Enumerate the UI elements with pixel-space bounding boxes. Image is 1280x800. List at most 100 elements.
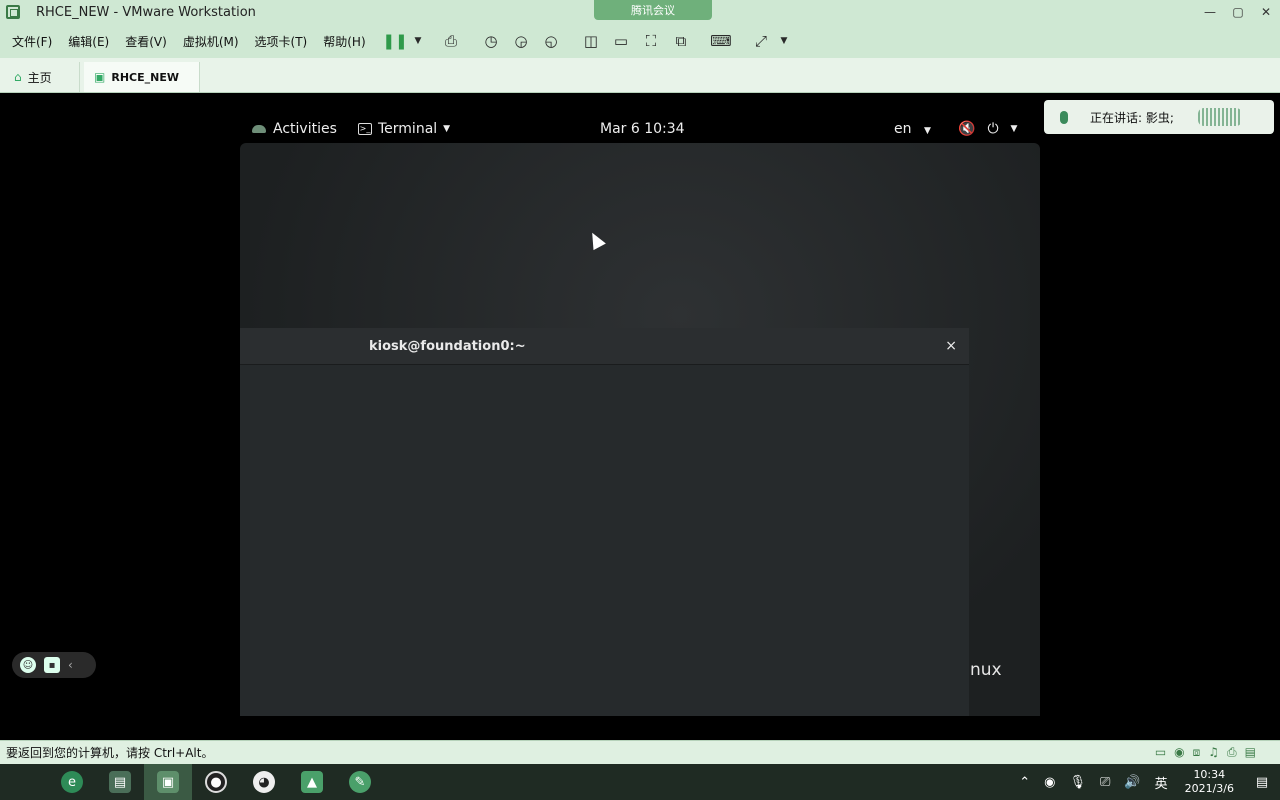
sound-icon[interactable]: ♫ [1208, 745, 1219, 760]
record-icon: ● [205, 771, 227, 793]
revert-snapshot-icon[interactable]: ◶ [506, 27, 536, 55]
menu-file[interactable]: 文件(F) [12, 33, 52, 50]
vm-tab-bar: ⌂ 主页 ▣ RHCE_NEW [0, 58, 1280, 93]
fullscreen-icon[interactable]: ⛶ [636, 27, 666, 55]
unity-icon[interactable]: ⧉ [666, 27, 696, 55]
language-menu[interactable]: en ▼ [894, 121, 931, 137]
tray-record-icon[interactable]: ◉ [1044, 775, 1055, 790]
chevron-down-icon: ▼ [443, 124, 451, 134]
audio-wave-icon [1197, 108, 1242, 126]
cd-icon[interactable]: ◉ [1174, 745, 1184, 760]
menu-view[interactable]: 查看(V) [125, 33, 167, 50]
pen-icon: ✎ [349, 771, 371, 793]
edge-icon: e [61, 771, 83, 793]
vmware-app-icon [6, 5, 20, 19]
speaking-indicator: 正在讲话: 影虫; [1044, 100, 1274, 134]
tray-network-icon[interactable]: ⎚ [1100, 775, 1110, 790]
terminal-header[interactable]: kiosk@foundation0:~ × [240, 328, 969, 365]
system-tray: ⌃ ◉ 🎙 ⎚ 🔊 英 10:34 2021/3/6 ▤ [1012, 764, 1280, 800]
send-ctrl-alt-del-icon[interactable]: ⎙ [436, 27, 466, 55]
device-icons: ▭ ◉ ⧈ ♫ ⎙ ▤ [1155, 745, 1256, 760]
app-menu-button[interactable]: >_ Terminal ▼ [358, 121, 450, 137]
vmware-title-bar: RHCE_NEW - VMware Workstation 腾讯会议 — ▢ ✕ [0, 0, 1280, 24]
status-message: 要返回到您的计算机，请按 Ctrl+Alt。 [6, 746, 214, 760]
tab-home[interactable]: ⌂ 主页 [4, 62, 80, 92]
system-menu[interactable]: 🔇 ⏻ ▼ [958, 121, 1017, 137]
penguin-icon: ◕ [253, 771, 275, 793]
pause-icon[interactable]: ❚❚ [380, 27, 410, 55]
power-icon: ⏻ [987, 121, 999, 137]
activities-button[interactable]: Activities [252, 121, 337, 137]
terminal-close-button[interactable]: × [945, 338, 957, 354]
start-button[interactable] [0, 764, 48, 800]
taskbar-clock[interactable]: 10:34 2021/3/6 [1185, 768, 1234, 796]
menu-tabs[interactable]: 选项卡(T) [255, 33, 308, 50]
toolbar: ❚❚ ▼ ⎙ ◷ ◶ ◵ ◫ ▭ ⛶ ⧉ ⌨ ⤢ ▼ [380, 24, 792, 58]
close-button[interactable]: ✕ [1252, 0, 1280, 24]
desktop-brand-text: nux [970, 660, 1002, 680]
taskbar-vmware[interactable]: ▣ [144, 764, 192, 800]
taskbar-edge[interactable]: e [48, 764, 96, 800]
taskbar-app-2[interactable]: ▤ [96, 764, 144, 800]
console-icon[interactable]: ⌨ [706, 27, 736, 55]
printer-icon[interactable]: ⎙ [1227, 745, 1237, 760]
ime-indicator[interactable]: 英 [1155, 773, 1168, 792]
library-view-icon[interactable]: ◫ [576, 27, 606, 55]
hard-disk-icon[interactable]: ▭ [1155, 745, 1166, 760]
terminal-body[interactable] [240, 365, 969, 716]
taskbar-meeting[interactable]: ▲ [288, 764, 336, 800]
pause-dropdown-icon[interactable]: ▼ [410, 27, 426, 55]
activities-label: Activities [273, 121, 337, 137]
stretch-icon[interactable]: ⤢ [746, 27, 776, 55]
window-controls: — ▢ ✕ [1196, 0, 1280, 24]
meeting-icon: ▲ [301, 771, 323, 793]
tab-rhce-new-label: RHCE_NEW [111, 70, 179, 84]
tab-rhce-new[interactable]: ▣ RHCE_NEW [84, 62, 200, 92]
thumbnail-view-icon[interactable]: ▭ [606, 27, 636, 55]
window-app-icon: ▤ [109, 771, 131, 793]
terminal-app-icon: >_ [358, 123, 372, 135]
app-menu-label: Terminal [378, 121, 438, 137]
network-icon[interactable]: ⧈ [1193, 745, 1201, 760]
taskbar-obs[interactable]: ● [192, 764, 240, 800]
chevron-down-icon: ▼ [923, 126, 931, 136]
language-label: en [894, 121, 912, 137]
taskbar-time: 10:34 [1193, 768, 1226, 781]
maximize-button[interactable]: ▢ [1224, 0, 1252, 24]
menu-edit[interactable]: 编辑(E) [68, 33, 109, 50]
snapshot-manager-icon[interactable]: ◵ [536, 27, 566, 55]
vmware-status-bar: 要返回到您的计算机，请按 Ctrl+Alt。 ▭ ◉ ⧈ ♫ ⎙ ▤ [0, 740, 1280, 764]
tray-mic-icon[interactable]: 🎙 [1069, 775, 1086, 790]
chat-icon[interactable]: ▪ [44, 657, 60, 673]
window-title: RHCE_NEW - VMware Workstation [36, 4, 256, 20]
tab-home-label: 主页 [27, 70, 52, 85]
tray-volume-icon[interactable]: 🔊 [1124, 775, 1140, 790]
speaking-text: 正在讲话: 影虫; [1090, 110, 1174, 125]
vmware-icon: ▣ [157, 771, 179, 793]
meeting-float-widget: ☺ ▪ ‹ [12, 652, 96, 678]
collapse-icon[interactable]: ‹ [68, 658, 73, 672]
terminal-window[interactable]: kiosk@foundation0:~ × [240, 328, 969, 716]
notification-icon[interactable]: ▤ [1244, 764, 1280, 800]
chevron-up-icon[interactable]: ⌃ [1019, 775, 1030, 790]
stretch-dropdown-icon[interactable]: ▼ [776, 27, 792, 55]
redhat-icon [252, 125, 266, 133]
vm-tab-icon: ▣ [94, 70, 106, 84]
windows-icon [15, 773, 33, 791]
snapshot-icon[interactable]: ◷ [476, 27, 506, 55]
menu-help[interactable]: 帮助(H) [323, 33, 365, 50]
emoji-icon[interactable]: ☺ [20, 657, 36, 673]
taskbar-qq[interactable]: ◕ [240, 764, 288, 800]
menu-vm[interactable]: 虚拟机(M) [183, 33, 239, 50]
terminal-title: kiosk@foundation0:~ [369, 338, 526, 354]
home-icon: ⌂ [14, 70, 22, 84]
windows-taskbar: e ▤ ▣ ● ◕ ▲ ✎ ⌃ ◉ 🎙 ⎚ 🔊 英 10:34 2021/3/6… [0, 764, 1280, 800]
taskbar-date: 2021/3/6 [1184, 782, 1234, 795]
message-icon[interactable]: ▤ [1245, 745, 1256, 760]
gnome-clock[interactable]: Mar 6 10:34 [600, 121, 685, 137]
minimize-button[interactable]: — [1196, 0, 1224, 24]
taskbar-editor[interactable]: ✎ [336, 764, 384, 800]
meeting-badge[interactable]: 腾讯会议 [594, 0, 712, 20]
volume-muted-icon: 🔇 [958, 121, 976, 137]
microphone-icon [1060, 110, 1068, 124]
